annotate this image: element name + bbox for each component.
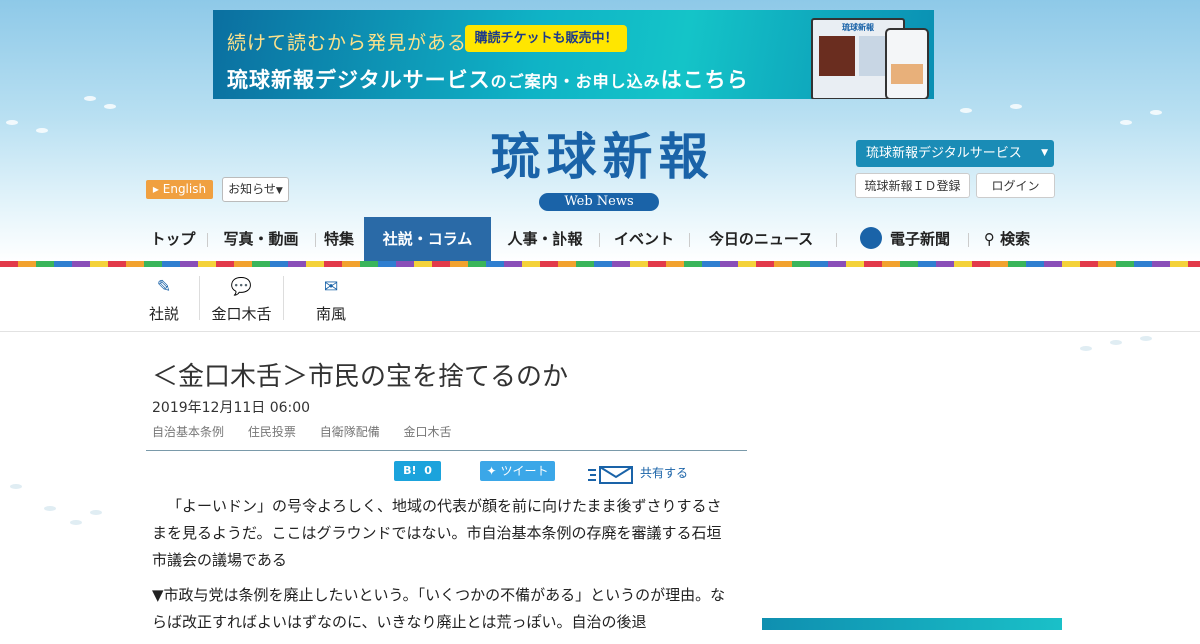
- main-nav: トップ 写真・動画 特集 社説・コラム 人事・訃報 イベント 今日のニュース 電…: [0, 217, 1200, 261]
- nav-photo-video[interactable]: 写真・動画: [216, 217, 306, 261]
- envelope-icon: [588, 465, 634, 484]
- fish-decoration: [84, 96, 96, 101]
- subnav-divider: [0, 331, 1200, 332]
- decorative-pattern-stripe: [0, 261, 1200, 267]
- fish-decoration: [1140, 336, 1152, 341]
- banner-headline: 琉球新報デジタルサービスのご案内・お申し込みはこちら: [227, 64, 749, 94]
- banner-headline-service: 琉球新報デジタルサービス: [227, 68, 491, 92]
- monitor-icon: [859, 226, 882, 249]
- digital-service-dropdown[interactable]: 琉球新報デジタルサービス ▼: [856, 140, 1054, 167]
- english-link[interactable]: ▸ English: [146, 180, 213, 199]
- share-label: 共有する: [640, 466, 689, 480]
- pen-icon: ✎: [156, 277, 172, 297]
- tag-link[interactable]: 金口木舌: [404, 425, 452, 439]
- subnav-editorial-label: 社説: [148, 305, 179, 323]
- article-tags: 自治基本条例 住民投票 自衛隊配備 金口木舌: [152, 423, 472, 440]
- nav-separator: [599, 233, 600, 247]
- fish-decoration: [1010, 104, 1022, 109]
- english-label: English: [162, 182, 207, 196]
- fish-decoration: [44, 506, 56, 511]
- subnav-kinkuchi-bokuzetsu[interactable]: 💬 金口木舌: [208, 276, 275, 324]
- tag-link[interactable]: 自治基本条例: [152, 425, 224, 439]
- nav-personnel-obituary[interactable]: 人事・訃報: [500, 217, 590, 261]
- nav-feature[interactable]: 特集: [320, 217, 358, 261]
- subnav-separator: [283, 276, 284, 320]
- nav-separator: [315, 233, 316, 247]
- digital-service-banner[interactable]: 続けて読むから発見がある 購読チケットも販売中！ 琉球新報デジタルサービスのご案…: [213, 10, 934, 99]
- hatena-b-icon: B!: [403, 464, 417, 477]
- sidebar-banner[interactable]: [762, 618, 1062, 630]
- subnav-nanpu[interactable]: ✉ 南風: [312, 276, 350, 324]
- phone-illustration: [885, 28, 929, 99]
- fish-decoration: [90, 510, 102, 515]
- banner-tagline: 続けて読むから発見がある: [227, 32, 468, 54]
- tag-link[interactable]: 住民投票: [248, 425, 296, 439]
- caret-down-icon: ▼: [275, 186, 283, 196]
- caret-down-icon: ▼: [1041, 148, 1048, 158]
- tweet-label: ツイート: [500, 464, 549, 478]
- nav-today-news[interactable]: 今日のニュース: [700, 217, 822, 261]
- tag-link[interactable]: 自衛隊配備: [320, 425, 380, 439]
- nav-e-newspaper[interactable]: 電子新聞: [850, 217, 960, 261]
- banner-headline-here: はこちら: [660, 68, 749, 92]
- fish-decoration: [36, 128, 48, 133]
- nav-editorial-column[interactable]: 社説・コラム: [364, 217, 491, 261]
- nav-separator: [968, 233, 969, 247]
- fish-decoration: [70, 520, 82, 525]
- nav-separator: [207, 233, 208, 247]
- fish-decoration: [1150, 110, 1162, 115]
- subnav-kinkuchi-label: 金口木舌: [211, 305, 272, 323]
- banner-ticket-badge: 購読チケットも販売中！: [465, 25, 627, 52]
- tweet-button[interactable]: ✦ ツイート: [480, 461, 555, 481]
- speech-bubble-icon: 💬: [230, 277, 253, 297]
- subnav-separator: [199, 276, 200, 320]
- search-icon: ⚲: [983, 230, 995, 248]
- article-title: ＜金口木舌＞市民の宝を捨てるのか: [152, 362, 569, 392]
- article-body: 「よーいドン」の号令よろしく、地域の代表が顔を前に向けたまま後ずさりするさまを見…: [152, 493, 732, 644]
- subnav-editorial[interactable]: ✎ 社説: [146, 276, 182, 324]
- share-button[interactable]: 共有する: [588, 462, 688, 484]
- id-register-button[interactable]: 琉球新報ＩＤ登録: [855, 173, 970, 198]
- article-divider: [146, 450, 747, 451]
- nav-separator: [689, 233, 690, 247]
- nav-top[interactable]: トップ: [146, 217, 200, 261]
- fish-decoration: [104, 104, 116, 109]
- login-button[interactable]: ログイン: [976, 173, 1055, 198]
- nav-search-label: 検索: [1000, 230, 1031, 248]
- article-paragraph: 「よーいドン」の号令よろしく、地域の代表が顔を前に向けたまま後ずさりするさまを見…: [152, 497, 722, 569]
- fish-decoration: [1110, 340, 1122, 345]
- fish-decoration: [1120, 120, 1132, 125]
- fish-decoration: [6, 120, 18, 125]
- message-icon: ✉: [323, 277, 339, 297]
- banner-headline-guide: のご案内・お申し込み: [490, 72, 661, 91]
- webnews-badge: Web News: [539, 193, 659, 211]
- site-logo[interactable]: 琉球新報: [450, 128, 755, 186]
- notice-dropdown[interactable]: お知らせ▼: [222, 177, 289, 202]
- article-paragraph: ▼市政与党は条例を廃止したいという。「いくつかの不備がある」というのが理由。なら…: [152, 586, 726, 631]
- article-date: 2019年12月11日 06:00: [152, 400, 311, 416]
- nav-search[interactable]: ⚲ 検索: [978, 217, 1036, 261]
- fish-decoration: [960, 108, 972, 113]
- fish-decoration: [10, 484, 22, 489]
- nav-e-newspaper-label: 電子新聞: [889, 230, 950, 248]
- nav-event[interactable]: イベント: [609, 217, 679, 261]
- hatena-count: 0: [424, 464, 432, 477]
- subnav-nanpu-label: 南風: [315, 305, 346, 323]
- hatena-bookmark-button[interactable]: B! 0: [394, 461, 441, 481]
- nav-separator: [836, 233, 837, 247]
- fish-decoration: [1080, 346, 1092, 351]
- digital-service-label: 琉球新報デジタルサービス: [866, 146, 1022, 161]
- notice-label: お知らせ: [228, 182, 276, 196]
- twitter-bird-icon: ✦: [486, 464, 497, 478]
